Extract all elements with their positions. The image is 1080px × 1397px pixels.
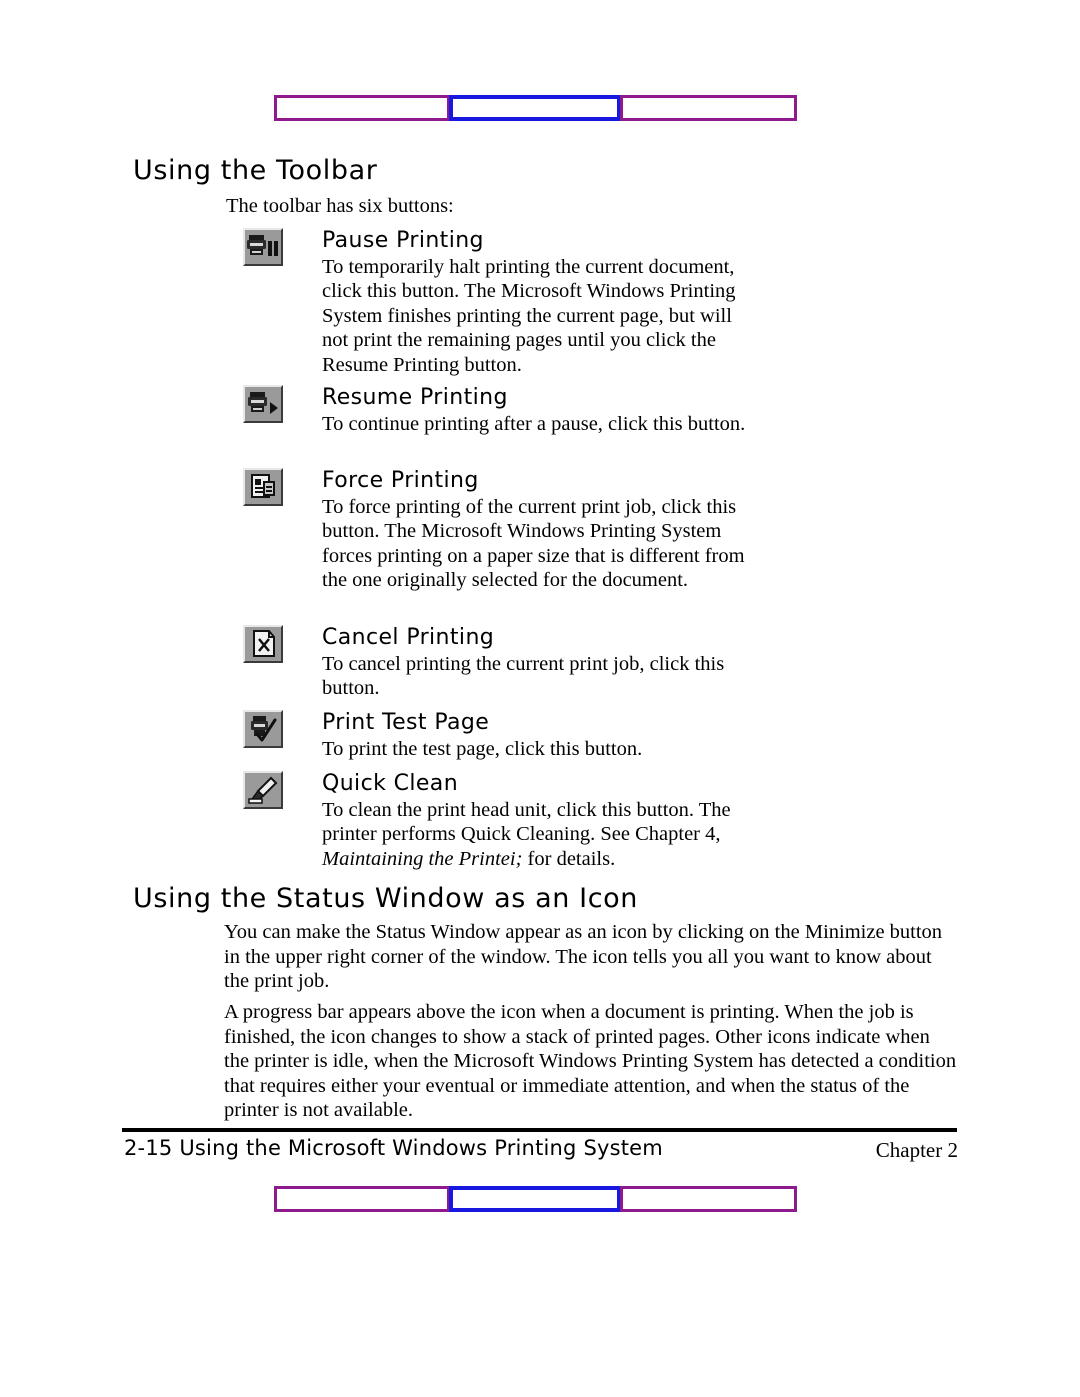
toolbar-item-title: Cancel Printing [322, 625, 495, 650]
toolbar-item-description: To temporarily halt printing the current… [322, 256, 736, 376]
section-heading-toolbar: Using the Toolbar [133, 155, 378, 186]
footer-chapter-label: Chapter 2 [875, 1138, 958, 1162]
toolbar-item-title: Quick Clean [322, 771, 459, 796]
footer-page-title: 2-15 Using the Microsoft Windows Printin… [124, 1136, 663, 1160]
quick-clean-desc-italic: Maintaining the Printei; [322, 847, 523, 870]
toolbar-item-quick-clean: Quick Clean To clean the print head unit… [243, 771, 1033, 871]
toolbar-item-print-test-page: Print Test Page To print the test page, … [243, 710, 1033, 761]
status-paragraph-1: You can make the Status Window appear as… [224, 921, 943, 993]
decor-segment-middle [449, 1186, 621, 1212]
header-decorative-rule [274, 95, 798, 121]
document-force-icon [243, 468, 285, 508]
toolbar-item-description: To continue printing after a pause, clic… [322, 413, 746, 435]
toolbar-item-cancel-printing: Cancel Printing To cancel printing the c… [243, 625, 1033, 701]
toolbar-item-title: Force Printing [322, 468, 479, 493]
document-cancel-icon [243, 625, 285, 665]
status-paragraph-2: A progress bar appears above the icon wh… [224, 1001, 957, 1122]
footer-divider [122, 1128, 957, 1132]
decor-segment-right [620, 95, 797, 121]
printer-pause-icon [243, 228, 285, 268]
decor-segment-middle [449, 95, 621, 121]
document-page: Using the Toolbar The toolbar has six bu… [0, 0, 1080, 1397]
toolbar-item-title: Pause Printing [322, 228, 484, 253]
section-heading-status-window: Using the Status Window as an Icon [133, 883, 638, 914]
quick-clean-desc-part1: To clean the print head unit, click this… [322, 799, 731, 846]
brush-clean-icon [243, 771, 285, 811]
toolbar-item-description: To print the test page, click this butto… [322, 738, 643, 760]
toolbar-item-description: To clean the print head unit, click this… [322, 798, 752, 871]
toolbar-intro-text: The toolbar has six buttons: [226, 195, 454, 217]
printer-play-icon [243, 385, 285, 425]
decor-segment-right [620, 1186, 797, 1212]
decor-segment-left [274, 95, 450, 121]
toolbar-item-title: Resume Printing [322, 385, 508, 410]
toolbar-item-force-printing: Force Printing To force printing of the … [243, 468, 1033, 593]
toolbar-item-description: To cancel printing the current print job… [322, 653, 725, 700]
quick-clean-desc-part2: for details. [522, 847, 616, 870]
toolbar-item-pause-printing: Pause Printing To temporarily halt print… [243, 228, 1033, 377]
toolbar-item-title: Print Test Page [322, 710, 490, 735]
toolbar-item-description: To force printing of the current print j… [322, 496, 745, 592]
footer-decorative-rule [274, 1186, 798, 1212]
printer-check-icon [243, 710, 285, 750]
toolbar-item-resume-printing: Resume Printing To continue printing aft… [243, 385, 1033, 436]
decor-segment-left [274, 1186, 450, 1212]
